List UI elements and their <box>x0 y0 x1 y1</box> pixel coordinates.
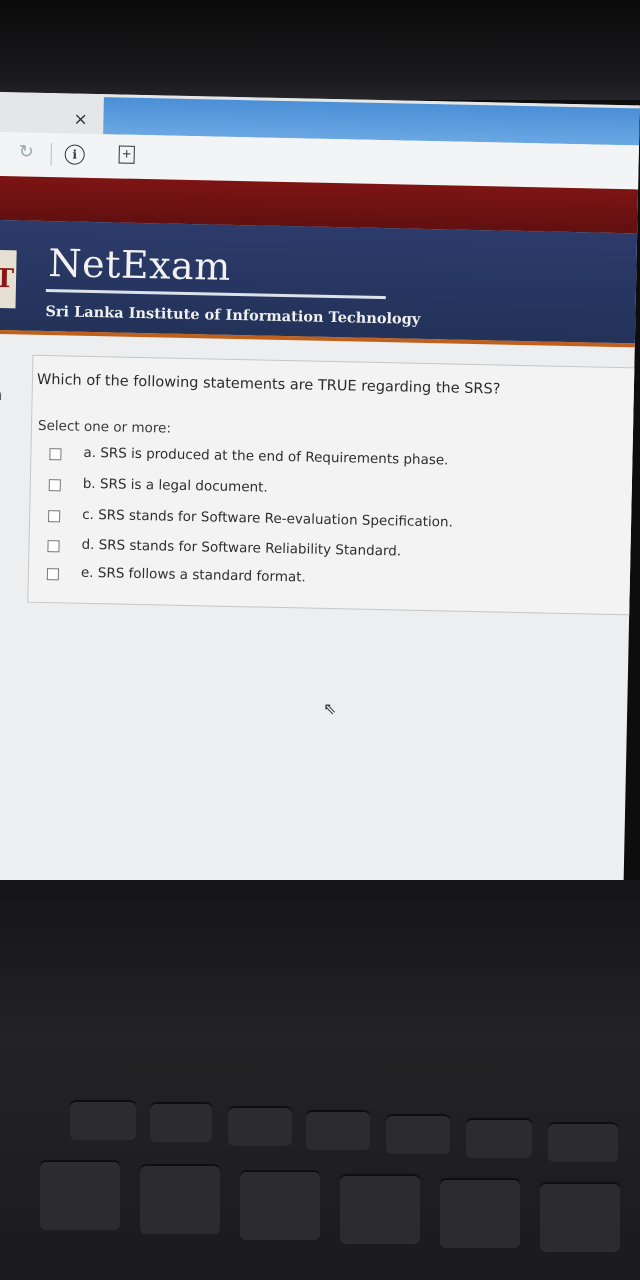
keyboard-key <box>140 1164 220 1234</box>
keyboard-key <box>340 1174 420 1244</box>
save-page-icon[interactable]: + <box>118 145 135 164</box>
browser-screen: × ↻ i + T NetExam Sri Lanka Institute of… <box>0 92 640 906</box>
reload-icon[interactable]: ↻ <box>19 141 35 162</box>
keyboard-key <box>548 1122 618 1162</box>
institute-name: Sri Lanka Institute of Information Techn… <box>45 303 421 328</box>
keyboard-key <box>386 1114 450 1154</box>
option-b-checkbox[interactable] <box>48 479 61 492</box>
option-a-checkbox[interactable] <box>49 448 62 461</box>
question-text: Which of the following statements are TR… <box>36 371 501 398</box>
option-e[interactable]: e. SRS follows a standard format. <box>46 564 306 588</box>
site-banner: T NetExam Sri Lanka Institute of Informa… <box>0 219 638 348</box>
answer-prompt: Select one or more: <box>37 417 172 437</box>
option-d[interactable]: d. SRS stands for Software Reliability S… <box>47 536 401 560</box>
option-c-checkbox[interactable] <box>48 510 61 523</box>
close-tab-icon[interactable]: × <box>73 110 88 130</box>
option-b[interactable]: b. SRS is a legal document. <box>48 475 268 499</box>
option-d-checkbox[interactable] <box>47 540 60 553</box>
option-c-label[interactable]: c. SRS stands for Software Re-evaluation… <box>82 507 453 531</box>
toolbar-divider <box>50 143 52 166</box>
gutter-mark: d <box>0 391 3 404</box>
option-b-label[interactable]: b. SRS is a legal document. <box>83 476 268 496</box>
option-e-label[interactable]: e. SRS follows a standard format. <box>81 565 306 586</box>
laptop-keyboard-area <box>0 880 640 1280</box>
keyboard-key <box>228 1106 292 1146</box>
site-title: NetExam <box>47 241 232 289</box>
option-a-label[interactable]: a. SRS is produced at the end of Require… <box>83 445 448 469</box>
keyboard-key <box>240 1170 320 1240</box>
option-e-checkbox[interactable] <box>46 568 60 581</box>
monitor-bezel <box>0 0 640 100</box>
gutter-mark: n <box>0 458 1 469</box>
question-panel: Which of the following statements are TR… <box>27 354 640 617</box>
keyboard-key <box>150 1102 212 1142</box>
keyboard-key <box>70 1100 136 1140</box>
keyboard-key <box>440 1178 520 1248</box>
option-a[interactable]: a. SRS is produced at the end of Require… <box>49 444 449 468</box>
title-underline <box>45 289 386 300</box>
option-d-label[interactable]: d. SRS stands for Software Reliability S… <box>81 537 401 560</box>
institute-logo: T <box>0 249 17 309</box>
option-c[interactable]: c. SRS stands for Software Re-evaluation… <box>48 506 453 531</box>
keyboard-key <box>540 1182 620 1252</box>
mouse-pointer-icon: ⇖ <box>322 698 337 719</box>
keyboard-key <box>466 1118 532 1158</box>
site-info-icon[interactable]: i <box>64 144 85 165</box>
keyboard-key <box>40 1160 120 1230</box>
keyboard-key <box>306 1110 370 1150</box>
